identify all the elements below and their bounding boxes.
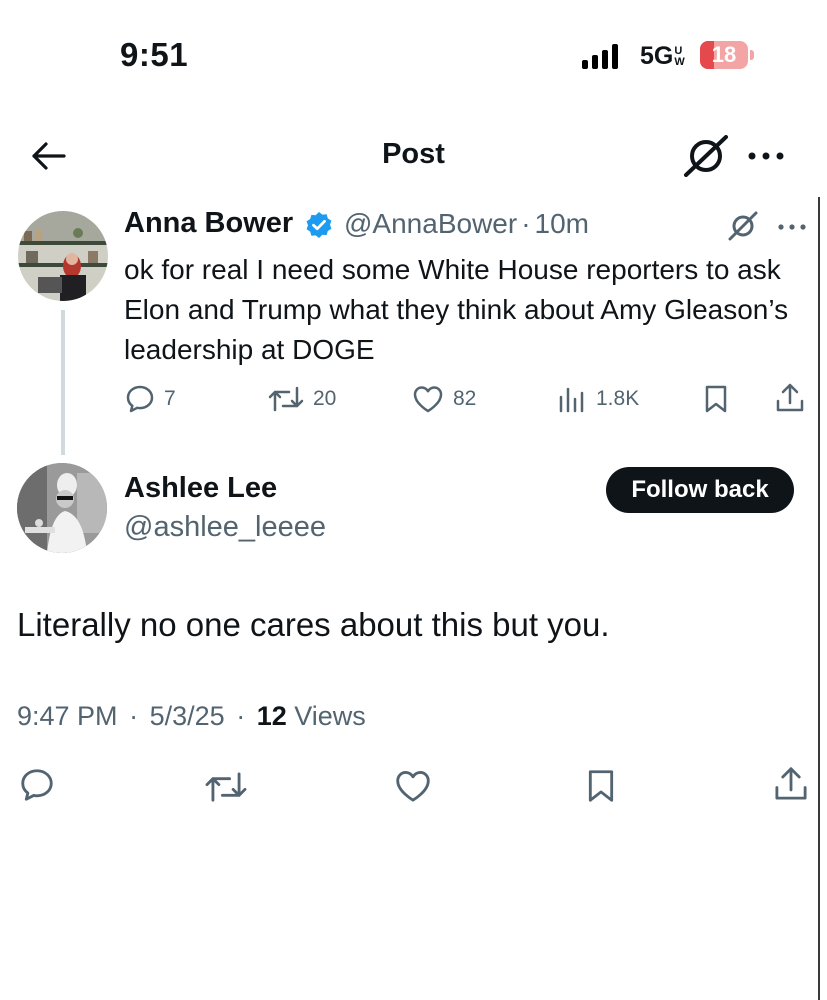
repost-icon[interactable] xyxy=(203,768,249,806)
grok-icon[interactable] xyxy=(682,135,730,177)
separator: · xyxy=(129,701,139,731)
network-sub: W xyxy=(674,55,685,68)
bookmark-icon[interactable] xyxy=(700,383,732,415)
anna-bower-avatar-image xyxy=(18,211,108,301)
reply-icon xyxy=(126,385,154,413)
post-handle-time: @AnnaBower · 10m xyxy=(344,208,589,240)
network-sup: U xyxy=(674,44,683,57)
post-time: 9:47 PM xyxy=(17,701,118,731)
heart-icon xyxy=(413,386,443,413)
network-indicator: 5G UW xyxy=(640,42,685,71)
battery-icon: 18 xyxy=(700,41,748,69)
network-type: 5G xyxy=(640,42,674,70)
post-date: 5/3/25 xyxy=(149,701,225,731)
reply-count: 7 xyxy=(164,387,176,410)
repost-button[interactable]: 20 xyxy=(267,383,336,415)
views-count: 1.8K xyxy=(596,387,640,410)
battery-tip xyxy=(750,50,754,60)
author-handle[interactable]: @AnnaBower xyxy=(344,208,517,239)
separator: · xyxy=(521,208,531,239)
post-text: ok for real I need some White House repo… xyxy=(124,254,789,365)
share-icon[interactable] xyxy=(772,764,810,804)
reply-icon[interactable] xyxy=(18,766,56,804)
thread-line xyxy=(61,310,65,455)
avatar[interactable] xyxy=(18,211,108,301)
author-name[interactable]: Anna Bower xyxy=(124,207,293,240)
repost-icon xyxy=(268,386,304,412)
scrollbar[interactable] xyxy=(818,197,820,1000)
analytics-icon xyxy=(559,387,584,413)
more-horizontal-icon[interactable] xyxy=(746,146,786,166)
heart-icon[interactable] xyxy=(393,767,433,805)
author-name[interactable]: Ashlee Lee xyxy=(124,472,277,505)
post-text: Literally no one cares about this but yo… xyxy=(17,606,610,643)
avatar[interactable] xyxy=(17,463,107,553)
repost-count: 20 xyxy=(313,387,337,410)
post-meta: 9:47 PM · 5/3/25 · 12 Views xyxy=(17,701,366,732)
like-button[interactable]: 82 xyxy=(411,383,476,415)
more-horizontal-icon[interactable] xyxy=(776,220,808,234)
views-label[interactable]: Views xyxy=(294,701,366,731)
signal-strength-icon xyxy=(582,44,618,69)
ashlee-lee-avatar-image xyxy=(17,463,107,553)
bookmark-icon[interactable] xyxy=(582,766,620,806)
like-count: 82 xyxy=(453,387,477,410)
grok-icon[interactable] xyxy=(728,211,758,241)
battery-level: 18 xyxy=(711,42,737,67)
share-icon[interactable] xyxy=(774,381,806,415)
separator: · xyxy=(236,701,246,731)
views-count: 12 xyxy=(256,701,287,731)
author-handle[interactable]: @ashlee_leeee xyxy=(124,511,326,544)
follow-back-button[interactable]: Follow back xyxy=(606,467,794,513)
views-button[interactable]: 1.8K xyxy=(556,383,639,415)
post-time-ago[interactable]: 10m xyxy=(535,208,589,239)
status-time: 9:51 xyxy=(120,36,189,73)
reply-button[interactable]: 7 xyxy=(124,383,176,415)
verified-badge-icon xyxy=(306,212,332,238)
